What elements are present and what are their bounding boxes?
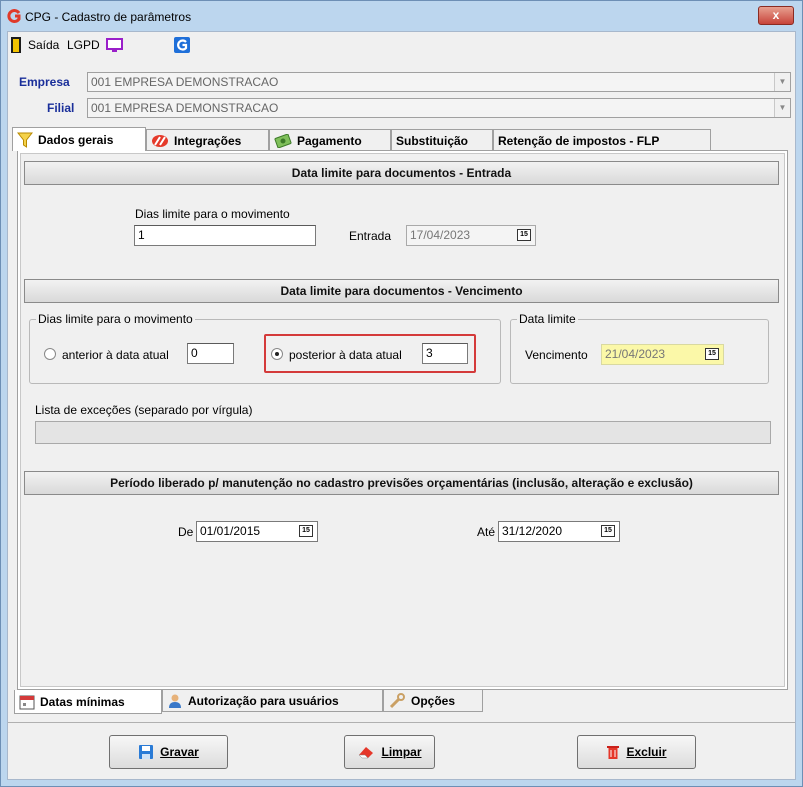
clear-button[interactable]: Limpar <box>344 735 435 769</box>
excecoes-input[interactable] <box>35 421 771 444</box>
tab-label: Autorização para usuários <box>188 693 339 708</box>
anterior-input[interactable]: 0 <box>187 343 234 364</box>
tab-label: Retenção de impostos - FLP <box>498 133 660 148</box>
floppy-disk-icon <box>139 745 154 759</box>
chevron-down-icon[interactable]: ▼ <box>774 73 790 91</box>
tab-label: Opções <box>411 693 456 708</box>
lgpd-label: LGPD <box>67 38 100 52</box>
entrada-date-input[interactable]: 17/04/2023 15 <box>406 225 536 246</box>
dias-limite-label: Dias limite para o movimento <box>135 207 290 221</box>
clear-label: Limpar <box>381 745 422 759</box>
window: CPG - Cadastro de parâmetros x Saída LGP… <box>0 0 803 787</box>
delete-label: Excluir <box>626 745 667 759</box>
vencimento-date-input[interactable]: 21/04/2023 15 <box>601 344 724 365</box>
eraser-icon <box>358 747 374 759</box>
tab-label: Integrações <box>174 133 242 148</box>
entrada-section-header: Data limite para documentos - Entrada <box>24 161 779 185</box>
vencimento-date-value: 21/04/2023 <box>605 347 666 361</box>
posterior-input[interactable]: 3 <box>422 343 468 364</box>
calendar-icon[interactable]: 15 <box>299 525 313 537</box>
tab-datas-minimas[interactable]: Datas mínimas <box>14 690 162 714</box>
integration-icon <box>152 134 168 147</box>
dados-gerais-panel: Data limite para documentos - Entrada Di… <box>17 150 788 690</box>
divider <box>8 722 795 723</box>
calendar-icon[interactable]: 15 <box>601 525 615 537</box>
empresa-value: 001 EMPRESA DEMONSTRACAO <box>91 75 279 89</box>
ate-date-value: 31/12/2020 <box>502 524 563 538</box>
excecoes-label: Lista de exceções (separado por vírgula) <box>35 403 253 417</box>
ate-label: Até <box>477 525 496 539</box>
calendar-icon[interactable]: 15 <box>517 229 531 241</box>
empresa-label: Empresa <box>19 75 70 89</box>
exit-door-icon <box>11 37 21 53</box>
tab-pagamento[interactable]: Pagamento <box>269 129 391 151</box>
tab-label: Substituição <box>396 133 469 148</box>
app-shortcut-button[interactable] <box>174 36 190 54</box>
de-date-value: 01/01/2015 <box>200 524 261 538</box>
entrada-date-value: 17/04/2023 <box>410 228 471 242</box>
tab-label: Datas mínimas <box>40 694 125 709</box>
vencimento-section-header: Data limite para documentos - Vencimento <box>24 279 779 303</box>
posterior-radio[interactable] <box>271 348 283 360</box>
filial-select[interactable]: 001 EMPRESA DEMONSTRACAO ▼ <box>87 98 791 118</box>
delete-button[interactable]: Excluir <box>577 735 696 769</box>
ate-date-input[interactable]: 31/12/2020 15 <box>498 521 620 542</box>
window-title: CPG - Cadastro de parâmetros <box>25 10 192 24</box>
tab-label: Pagamento <box>297 133 362 148</box>
tab-integracoes[interactable]: Integrações <box>146 129 269 151</box>
title-bar: CPG - Cadastro de parâmetros x <box>1 1 802 31</box>
tab-substituicao[interactable]: Substituição <box>391 129 493 151</box>
dias-limite-input[interactable]: 1 <box>134 225 316 246</box>
tab-retencao-impostos[interactable]: Retenção de impostos - FLP <box>493 129 711 151</box>
data-limite-group-label: Data limite <box>517 312 578 326</box>
client-area: Saída LGPD Empresa 001 EMPRESA DEMONSTRA… <box>7 31 796 780</box>
user-icon <box>169 694 181 708</box>
tab-autorizacao-usuarios[interactable]: Autorização para usuários <box>162 690 383 712</box>
calendar-icon[interactable]: 15 <box>705 348 719 360</box>
anterior-radio[interactable] <box>44 348 56 360</box>
monitor-icon <box>105 37 123 52</box>
filial-value: 001 EMPRESA DEMONSTRACAO <box>91 101 279 115</box>
wrench-icon <box>389 692 405 708</box>
chevron-down-icon[interactable]: ▼ <box>774 99 790 117</box>
de-label: De <box>178 525 194 539</box>
vencimento-label: Vencimento <box>525 348 588 362</box>
trash-icon <box>607 746 620 759</box>
de-date-input[interactable]: 01/01/2015 15 <box>196 521 318 542</box>
close-button[interactable]: x <box>758 6 794 25</box>
empresa-select[interactable]: 001 EMPRESA DEMONSTRACAO ▼ <box>87 72 791 92</box>
posterior-label: posterior à data atual <box>289 348 402 362</box>
filter-icon <box>17 132 33 148</box>
anterior-label: anterior à data atual <box>62 348 169 362</box>
lgpd-button[interactable]: LGPD <box>67 36 123 54</box>
filial-label: Filial <box>47 101 75 115</box>
exit-button[interactable]: Saída <box>10 36 59 54</box>
tab-dados-gerais[interactable]: Dados gerais <box>12 127 146 151</box>
tab-opcoes[interactable]: Opções <box>383 690 483 712</box>
calendar-icon <box>19 695 35 709</box>
periodo-section-header: Período liberado p/ manutenção no cadast… <box>24 471 779 495</box>
save-label: Gravar <box>160 745 199 759</box>
entrada-label: Entrada <box>349 229 392 243</box>
app-logo-icon <box>7 9 21 23</box>
tab-label: Dados gerais <box>38 132 114 147</box>
dias-limite-group-label: Dias limite para o movimento <box>36 312 195 326</box>
g-logo-icon <box>174 37 190 53</box>
exit-label: Saída <box>28 38 60 52</box>
save-button[interactable]: Gravar <box>109 735 228 769</box>
money-icon <box>274 133 292 148</box>
